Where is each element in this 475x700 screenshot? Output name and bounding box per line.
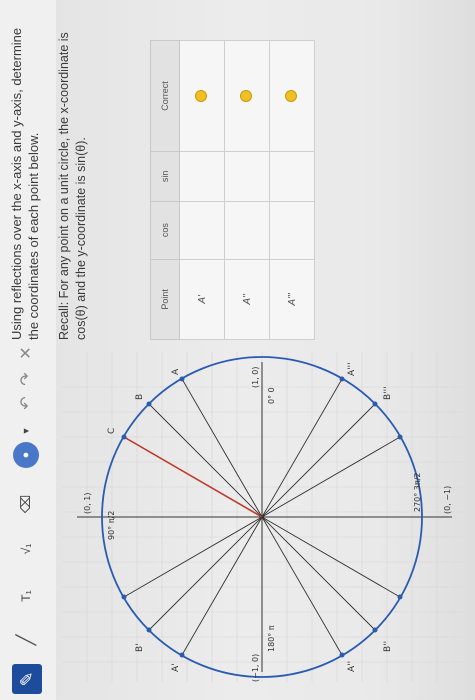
point-label-a: A — [171, 368, 181, 375]
pencil-tool-button[interactable]: ✎ — [12, 664, 42, 694]
clear-button[interactable]: ✕ — [14, 342, 38, 364]
color-dropdown-button[interactable]: ▼ — [14, 424, 38, 438]
header-point: Point — [150, 259, 180, 340]
correct-cell — [269, 40, 315, 152]
redo-button[interactable]: ↷ — [14, 368, 38, 390]
status-circle-icon — [195, 90, 207, 103]
close-icon: ✕ — [18, 346, 35, 360]
color-picker-button[interactable]: ● — [13, 442, 39, 468]
highlight-line — [123, 436, 263, 518]
axis-label-bottom: (0, −1) — [443, 486, 452, 514]
eraser-tool-button[interactable]: ⌫ — [14, 492, 38, 516]
sin-input-cell[interactable] — [224, 151, 270, 202]
table-row: A'' — [224, 40, 270, 340]
angle-label-270: 270° 3π/2 — [413, 472, 422, 512]
equation-tool-button[interactable]: √₁ — [14, 534, 38, 564]
cos-input-cell[interactable] — [224, 201, 270, 260]
point-cell: A'' — [224, 259, 270, 340]
table-header-row: Point cos sin Correct — [150, 40, 180, 340]
header-correct: Correct — [150, 40, 180, 152]
point-cell: A''' — [269, 259, 315, 340]
photo-background: ✎ ╱ T₁ √₁ ⌫ ● ▼ ↶ ↷ ✕ (0, 1) (0, −1) (−1… — [0, 0, 475, 700]
axes — [77, 362, 452, 672]
header-sin: sin — [150, 151, 180, 202]
text-tool-label: T₁ — [19, 590, 33, 602]
rotated-screen: ✎ ╱ T₁ √₁ ⌫ ● ▼ ↶ ↷ ✕ (0, 1) (0, −1) (−1… — [0, 0, 475, 700]
eraser-icon: ⌫ — [18, 494, 33, 514]
answer-table: Point cos sin Correct A' A'' A''' — [150, 40, 315, 340]
point-label-b: B — [135, 394, 145, 400]
equation-tool-label: √₁ — [19, 543, 33, 555]
point-label-b-double-prime: B'' — [383, 641, 393, 652]
axis-label-top: (0, 1) — [83, 492, 92, 514]
status-circle-icon — [240, 90, 252, 103]
undo-button[interactable]: ↶ — [14, 392, 38, 414]
color-swatch-icon: ● — [20, 451, 32, 459]
point-label-a-triple-prime: A''' — [347, 362, 357, 376]
table-row: A' — [179, 40, 225, 340]
axis-label-left: (−1, 0) — [251, 654, 260, 682]
point-label-a-double-prime: A'' — [347, 661, 357, 672]
text-tool-button[interactable]: T₁ — [14, 582, 38, 610]
angle-label-0: 0° 0 — [267, 387, 276, 404]
status-circle-icon — [285, 90, 297, 103]
point-label-b-prime: B' — [135, 643, 145, 652]
table-row: A''' — [269, 40, 315, 340]
question-instruction: Using reflections over the x-axis and y-… — [9, 27, 41, 340]
point-label-c: C — [107, 428, 117, 434]
sin-input-cell[interactable] — [269, 151, 315, 202]
line-icon: ╱ — [15, 634, 36, 646]
correct-cell — [224, 40, 270, 152]
point-cell: A' — [179, 259, 225, 340]
sin-input-cell[interactable] — [179, 151, 225, 202]
question-panel: Using reflections over the x-axis and y-… — [8, 10, 104, 340]
correct-cell — [179, 40, 225, 152]
pencil-icon: ✎ — [16, 671, 37, 687]
axis-label-right: (1, 0) — [251, 366, 260, 388]
unit-circle-diagram: (0, 1) (0, −1) (−1, 0) (1, 0) 90° π/2 18… — [62, 352, 462, 682]
angle-label-180: 180° π — [267, 625, 276, 652]
header-cos: cos — [150, 201, 180, 260]
angle-label-90: 90° π/2 — [107, 511, 116, 540]
redo-icon: ↷ — [18, 372, 35, 386]
point-label-a-prime: A' — [171, 663, 181, 672]
undo-icon: ↶ — [18, 396, 35, 410]
cos-input-cell[interactable] — [179, 201, 225, 260]
cos-input-cell[interactable] — [269, 201, 315, 260]
line-tool-button[interactable]: ╱ — [14, 628, 38, 652]
recall-note: Recall: For any point on a unit circle, … — [57, 32, 88, 340]
chevron-down-icon: ▼ — [21, 426, 31, 436]
point-label-b-triple-prime: B''' — [383, 386, 393, 400]
